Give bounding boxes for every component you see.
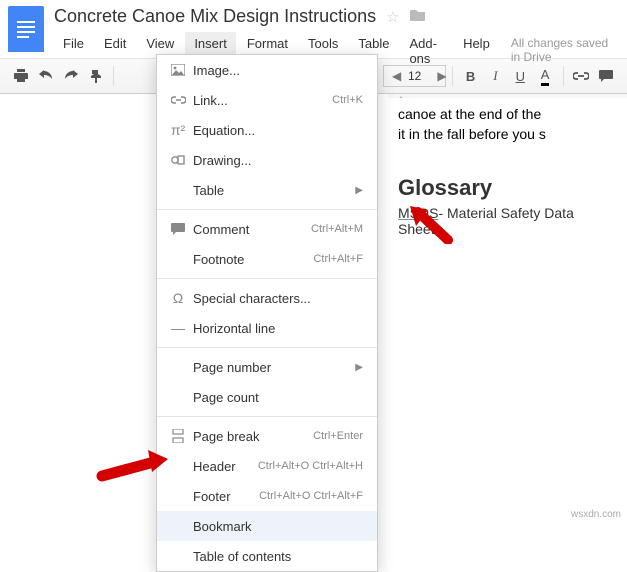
menu-item-label: Table of contents	[189, 549, 363, 564]
docs-logo[interactable]	[8, 6, 44, 52]
menu-item-special-chars[interactable]: Ω Special characters...	[157, 283, 377, 313]
insert-menu-dropdown: Image... Link... Ctrl+K π² Equation... D…	[156, 54, 378, 572]
menu-separator	[157, 416, 377, 417]
menu-item-label: Horizontal line	[189, 321, 363, 336]
redo-button[interactable]	[60, 63, 83, 89]
menu-item-equation[interactable]: π² Equation...	[157, 115, 377, 145]
hr-icon: —	[167, 320, 189, 336]
menu-item-drawing[interactable]: Drawing...	[157, 145, 377, 175]
menu-item-link[interactable]: Link... Ctrl+K	[157, 85, 377, 115]
document-body[interactable]: canoe at the end of the it in the fall b…	[388, 98, 627, 524]
insert-comment-button[interactable]	[594, 63, 617, 89]
shortcut-label: Ctrl+K	[332, 94, 363, 106]
menu-item-header[interactable]: Header Ctrl+Alt+O Ctrl+Alt+H	[157, 451, 377, 481]
italic-button[interactable]: I	[484, 63, 507, 89]
menu-item-label: Equation...	[189, 123, 363, 138]
annotation-arrow-icon	[400, 204, 460, 244]
menu-item-table[interactable]: Table ▶	[157, 175, 377, 205]
menu-item-label: Footnote	[189, 252, 313, 267]
menu-item-toc[interactable]: Table of contents	[157, 541, 377, 571]
undo-button[interactable]	[35, 63, 58, 89]
image-icon	[167, 64, 189, 76]
glossary-heading: Glossary	[398, 175, 617, 201]
menu-item-label: Table	[189, 183, 349, 198]
menu-item-label: Special characters...	[189, 291, 363, 306]
shortcut-label: Ctrl+Alt+F	[313, 253, 363, 265]
paint-format-button[interactable]	[85, 63, 108, 89]
print-button[interactable]	[10, 63, 33, 89]
menu-item-page-break[interactable]: Page break Ctrl+Enter	[157, 421, 377, 451]
omega-icon: Ω	[167, 290, 189, 306]
star-icon[interactable]: ☆	[386, 8, 399, 26]
menu-item-comment[interactable]: Comment Ctrl+Alt+M	[157, 214, 377, 244]
menu-item-page-number[interactable]: Page number ▶	[157, 352, 377, 382]
folder-icon[interactable]	[410, 6, 426, 27]
menu-item-image[interactable]: Image...	[157, 55, 377, 85]
menu-item-bookmark[interactable]: Bookmark	[157, 511, 377, 541]
menu-item-label: Image...	[189, 63, 363, 78]
menu-item-label: Drawing...	[189, 153, 363, 168]
menu-item-page-count[interactable]: Page count	[157, 382, 377, 412]
menu-item-label: Footer	[189, 489, 259, 504]
shortcut-label: Ctrl+Alt+O Ctrl+Alt+H	[258, 460, 363, 472]
menu-item-footer[interactable]: Footer Ctrl+Alt+O Ctrl+Alt+F	[157, 481, 377, 511]
shortcut-label: Ctrl+Alt+O Ctrl+Alt+F	[259, 490, 363, 502]
submenu-arrow-icon: ▶	[349, 362, 363, 373]
watermark: wsxdn.com	[571, 509, 621, 520]
menu-separator	[157, 209, 377, 210]
insert-link-button[interactable]	[569, 63, 592, 89]
underline-button[interactable]: U	[509, 63, 532, 89]
font-size-select[interactable]: ◀ 12 ▶	[383, 65, 446, 87]
menu-item-horizontal-line[interactable]: — Horizontal line	[157, 313, 377, 343]
bold-button[interactable]: B	[459, 63, 482, 89]
menu-item-label: Bookmark	[189, 519, 363, 534]
menu-item-label: Comment	[189, 222, 311, 237]
menu-item-label: Page number	[189, 360, 349, 375]
submenu-arrow-icon: ▶	[349, 185, 363, 196]
menu-separator	[157, 278, 377, 279]
chevron-right-icon[interactable]: ▶	[429, 69, 445, 83]
menu-item-label: Link...	[189, 93, 332, 108]
text-color-button[interactable]: A	[534, 63, 557, 89]
menu-item-footnote[interactable]: Footnote Ctrl+Alt+F	[157, 244, 377, 274]
annotation-arrow-icon	[96, 450, 176, 484]
body-text: it in the fall before you s	[398, 124, 617, 144]
page-break-icon	[167, 429, 189, 443]
menu-item-label: Page break	[189, 429, 313, 444]
shortcut-label: Ctrl+Alt+M	[311, 223, 363, 235]
document-title[interactable]: Concrete Canoe Mix Design Instructions	[54, 6, 376, 27]
font-size-value[interactable]: 12	[400, 69, 429, 83]
comment-icon	[167, 223, 189, 236]
chevron-left-icon[interactable]: ◀	[384, 69, 400, 83]
link-icon	[167, 96, 189, 104]
shortcut-label: Ctrl+Enter	[313, 430, 363, 442]
menu-item-label: Page count	[189, 390, 363, 405]
body-text: canoe at the end of the	[398, 104, 617, 124]
menu-separator	[157, 347, 377, 348]
equation-icon: π²	[167, 122, 189, 138]
drawing-icon	[167, 154, 189, 166]
menu-item-label: Header	[189, 459, 258, 474]
